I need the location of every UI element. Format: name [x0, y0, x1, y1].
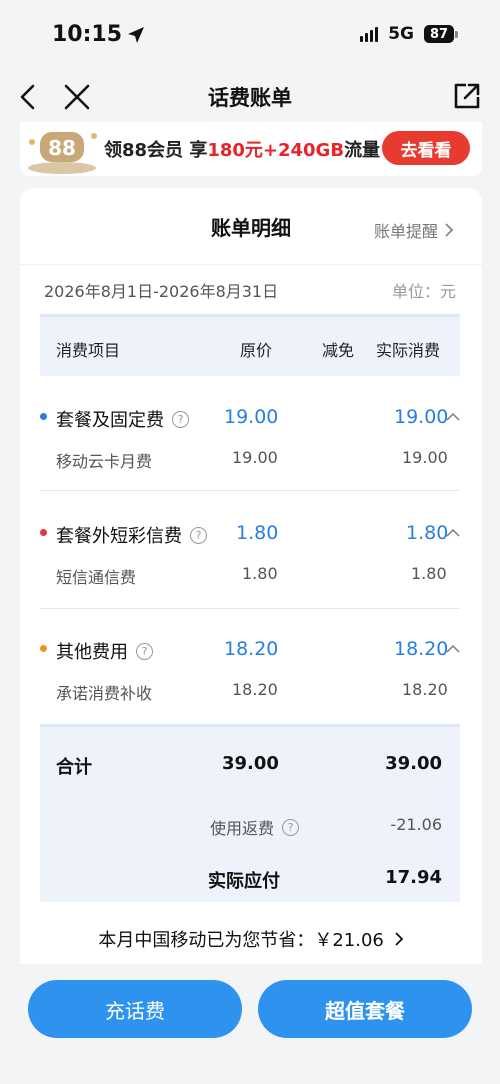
- promo-cta-button[interactable]: 去看看: [382, 131, 470, 165]
- fee-group-other: 其他费用 ? 18.20 18.20 承诺消费补收 18.20 18.20: [40, 630, 460, 710]
- fee-subitem-row: 短信通信费 1.80 1.80: [40, 554, 460, 594]
- bill-reminder-link[interactable]: 账单提醒: [374, 218, 454, 242]
- category-dot: [40, 645, 47, 652]
- header-original: 原价: [240, 341, 273, 360]
- bill-card: 账单明细 账单提醒 2026年8月1日-2026年8月31日 单位：元 消费项目…: [20, 188, 482, 978]
- fee-group-package: 套餐及固定费 ? 19.00 19.00 移动云卡月费 19.00 19.00: [40, 398, 460, 478]
- chevron-right-icon: [394, 932, 403, 946]
- rebate-value: -21.06: [390, 815, 442, 834]
- chevron-up-icon[interactable]: [446, 412, 460, 422]
- fee-original: 18.20: [224, 638, 279, 660]
- fee-group-name: 其他费用 ?: [56, 638, 153, 664]
- rebate-label-text: 使用返费: [210, 819, 275, 838]
- total-summary: 合计 39.00 39.00 使用返费 ? -21.06 实际应付 17.94: [40, 724, 460, 902]
- promo-text: 领88会员 享180元+240GB流量: [104, 136, 380, 162]
- fee-group-label: 其他费用: [56, 642, 128, 663]
- time-text: 10:15: [52, 22, 123, 47]
- fee-subitem-name: 短信通信费: [56, 568, 137, 587]
- fee-actual: 18.20: [394, 638, 449, 660]
- membership-logo: 88: [20, 122, 104, 176]
- savings-text: 本月中国移动已为您节省：￥21.06: [98, 930, 384, 951]
- recharge-button[interactable]: 充话费: [28, 980, 242, 1038]
- network-type: 5G: [388, 24, 414, 44]
- fee-actual: 19.00: [394, 406, 449, 428]
- fee-group-name: 套餐外短彩信费 ?: [56, 522, 207, 548]
- amount-due-label: 实际应付: [208, 871, 280, 892]
- nav-bar: 话费账单: [0, 72, 500, 124]
- signal-icon: [360, 26, 379, 42]
- svg-text:88: 88: [48, 136, 76, 160]
- header-item: 消费项目: [56, 341, 121, 360]
- fee-group-label: 套餐及固定费: [56, 410, 164, 431]
- total-label: 合计: [56, 757, 92, 778]
- fee-subitem-original: 1.80: [242, 564, 278, 583]
- promo-prefix: 领88会员 享: [104, 140, 208, 161]
- divider: [20, 264, 482, 265]
- currency-unit: 单位：元: [391, 282, 456, 301]
- amount-due-value: 17.94: [385, 867, 442, 888]
- category-dot: [40, 413, 47, 420]
- chevron-up-icon[interactable]: [446, 644, 460, 654]
- fee-original: 19.00: [224, 406, 279, 428]
- chevron-up-icon[interactable]: [446, 528, 460, 538]
- promo-highlight: 180元+240GB: [207, 140, 345, 161]
- promo-banner[interactable]: 88 领88会员 享180元+240GB流量 去看看: [20, 122, 482, 176]
- fee-original: 1.80: [236, 522, 279, 544]
- bill-reminder-label: 账单提醒: [373, 222, 438, 241]
- status-indicators: 5G 87: [360, 24, 458, 44]
- value-plan-button[interactable]: 超值套餐: [258, 980, 472, 1038]
- battery-icon: 87: [424, 25, 458, 43]
- location-arrow-icon: [128, 26, 145, 43]
- promo-suffix: 流量: [344, 140, 381, 161]
- divider: [40, 608, 460, 609]
- fee-subitem-actual: 1.80: [411, 564, 447, 583]
- fee-group-row[interactable]: 套餐外短彩信费 ? 1.80 1.80: [40, 514, 460, 554]
- question-circle-icon[interactable]: ?: [172, 410, 189, 428]
- question-circle-icon[interactable]: ?: [136, 642, 153, 660]
- fee-subitem-name: 移动云卡月费: [56, 452, 153, 471]
- share-icon[interactable]: [452, 81, 482, 111]
- fee-subitem-row: 承诺消费补收 18.20 18.20: [40, 670, 460, 710]
- header-discount: 减免: [322, 341, 355, 360]
- page-title: 话费账单: [208, 86, 292, 110]
- fee-subitem-original: 18.20: [232, 680, 278, 699]
- fee-actual: 1.80: [406, 522, 449, 544]
- bill-period: 2026年8月1日-2026年8月31日: [44, 282, 279, 301]
- fee-subitem-name: 承诺消费补收: [56, 684, 153, 703]
- fee-subitem-original: 19.00: [232, 448, 278, 467]
- question-circle-icon[interactable]: ?: [282, 818, 300, 836]
- status-bar: 10:15 5G 87: [0, 0, 500, 72]
- fee-subitem-row: 移动云卡月费 19.00 19.00: [40, 438, 460, 478]
- status-time: 10:15: [52, 22, 146, 47]
- fee-group-label: 套餐外短彩信费: [56, 526, 182, 547]
- chevron-right-icon: [445, 223, 454, 237]
- fee-group-name: 套餐及固定费 ?: [56, 406, 189, 432]
- category-dot: [40, 529, 47, 536]
- table-header: 消费项目 原价 减免 实际消费: [40, 314, 460, 376]
- fee-subitem-actual: 18.20: [402, 680, 448, 699]
- fee-group-row[interactable]: 套餐及固定费 ? 19.00 19.00: [40, 398, 460, 438]
- bottom-action-bar: 充话费 超值套餐: [0, 964, 500, 1084]
- fee-group-row[interactable]: 其他费用 ? 18.20 18.20: [40, 630, 460, 670]
- total-actual: 39.00: [385, 753, 442, 774]
- fee-group-sms: 套餐外短彩信费 ? 1.80 1.80 短信通信费 1.80 1.80: [40, 514, 460, 594]
- question-circle-icon[interactable]: ?: [190, 526, 207, 544]
- savings-link[interactable]: 本月中国移动已为您节省：￥21.06: [20, 926, 482, 952]
- divider: [40, 490, 460, 491]
- fee-subitem-actual: 19.00: [402, 448, 448, 467]
- header-actual: 实际消费: [376, 341, 441, 360]
- rebate-label: 使用返费 ?: [210, 815, 300, 839]
- total-original: 39.00: [222, 753, 279, 774]
- battery-level: 87: [424, 25, 454, 43]
